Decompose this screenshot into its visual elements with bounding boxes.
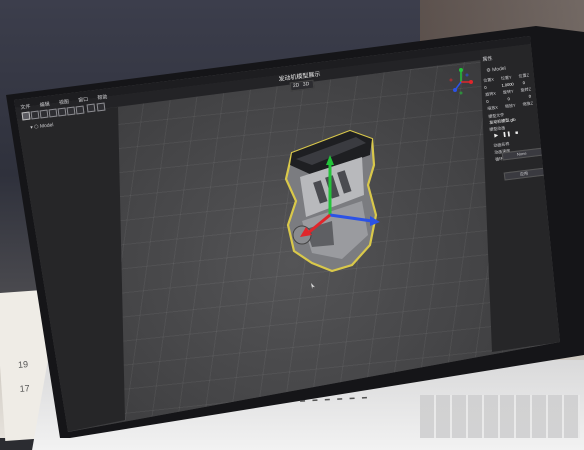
field-label-pos-x: 位置X — [483, 76, 495, 83]
play-icon[interactable]: ▶ — [494, 133, 499, 139]
anim-dropdown-value: None — [516, 150, 527, 157]
select-icon[interactable] — [21, 111, 31, 121]
pos-x-input[interactable]: 0 — [484, 85, 487, 90]
fit-icon[interactable] — [57, 107, 67, 117]
camera-icon[interactable] — [86, 103, 96, 113]
orientation-gizmo[interactable] — [447, 66, 475, 96]
rot-y-input[interactable]: 0 — [507, 96, 510, 101]
field-label-scale-x: 缩放X — [487, 104, 499, 111]
field-label-rot-y: 旋转Y — [502, 88, 514, 95]
field-label-scale-z: 缩放Z — [522, 100, 534, 107]
field-label-rot-x: 旋转X — [485, 90, 497, 97]
pos-z-input[interactable]: 0 — [522, 80, 525, 85]
delete-icon[interactable] — [75, 105, 85, 115]
inspector-header: 属性 — [482, 55, 493, 63]
snap-icon[interactable] — [66, 106, 76, 116]
stop-icon[interactable]: ■ — [515, 130, 519, 136]
scale-icon[interactable] — [48, 108, 58, 118]
rotate-icon[interactable] — [39, 109, 49, 119]
field-label-rot-z: 旋转Z — [520, 86, 532, 93]
field-label-pos-y: 位置Y — [500, 74, 512, 81]
menu-file[interactable]: 文件 — [20, 104, 31, 111]
field-label-scale-y: 缩放Y — [504, 102, 516, 109]
menu-help[interactable]: 帮助 — [97, 94, 108, 101]
frame-icon[interactable] — [96, 102, 106, 112]
menu-edit[interactable]: 编辑 — [39, 101, 50, 108]
menu-view[interactable]: 视图 — [59, 99, 70, 106]
apply-button-label: 应用 — [519, 170, 529, 177]
engine-model[interactable] — [272, 125, 392, 275]
view-2d-button[interactable]: 2D — [293, 82, 300, 89]
move-icon[interactable] — [30, 110, 40, 120]
pause-icon[interactable]: ❚❚ — [502, 131, 511, 138]
rot-z-input[interactable]: 0 — [528, 94, 531, 99]
cube-icon: ⬡ — [33, 123, 39, 131]
keyboard — [420, 395, 580, 438]
field-label-pos-z: 位置Z — [518, 72, 530, 79]
gear-icon[interactable]: ⚙ — [486, 67, 491, 74]
chevron-down-icon: ▾ — [30, 124, 34, 131]
view-3d-button[interactable]: 3D — [303, 81, 310, 88]
rot-x-input[interactable]: 0 — [486, 99, 489, 104]
menu-window[interactable]: 窗口 — [78, 97, 89, 104]
